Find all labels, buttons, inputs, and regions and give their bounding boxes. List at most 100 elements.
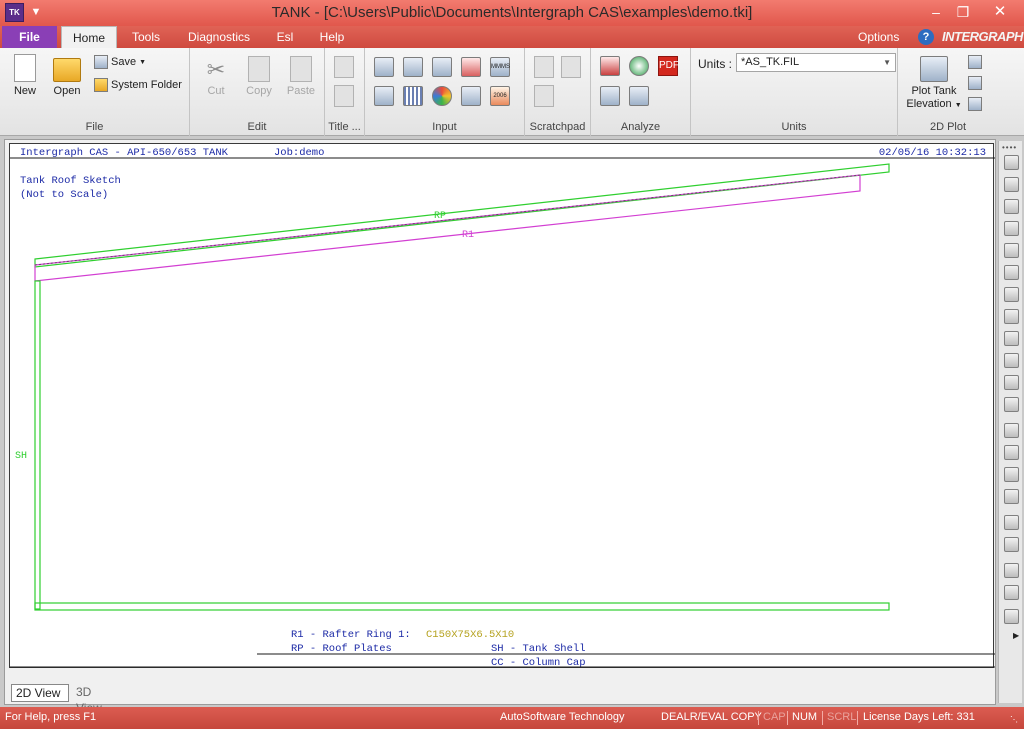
save-label: Save (111, 56, 137, 68)
silo-icon[interactable] (461, 86, 481, 106)
print-icon[interactable] (1004, 585, 1019, 600)
group-title: Title ... (325, 48, 365, 136)
view-iso-1-icon[interactable] (1004, 287, 1019, 302)
pdf-icon[interactable]: PDF (658, 56, 679, 76)
view-front-icon[interactable] (1004, 155, 1019, 170)
zoom-out-icon[interactable] (1004, 397, 1019, 412)
title-page-icon[interactable] (334, 56, 354, 78)
tab-2d-view[interactable]: 2D View (11, 684, 69, 702)
plot-tank-label-line1: Plot Tank (911, 85, 957, 97)
brand-logo: INTERGRAPH (942, 29, 1023, 44)
settlement-icon[interactable]: MMMS (490, 57, 510, 77)
tab-file[interactable]: File (2, 26, 57, 48)
tab-diagnostics[interactable]: Diagnostics (181, 26, 257, 48)
units-file-select[interactable]: *AS_TK.FIL ▼ (736, 53, 896, 72)
plot-grid-icon[interactable] (968, 76, 982, 90)
status-divider (822, 711, 823, 725)
view-bottom-icon[interactable] (1004, 265, 1019, 280)
tank-roof-sketch: Intergraph CAS - API-650/653 TANK Job:de… (10, 147, 995, 669)
status-help-text: For Help, press F1 (5, 711, 97, 723)
system-folder-label: System Folder (111, 79, 182, 91)
legend-roof-plates: RP - Roof Plates (291, 643, 392, 655)
paste-button[interactable]: Paste (284, 56, 318, 97)
seismic-icon[interactable]: 2006 (490, 86, 510, 106)
open-button[interactable]: Open (48, 54, 86, 97)
units-file-value: *AS_TK.FIL (741, 56, 800, 68)
title-edit-icon[interactable] (334, 85, 354, 107)
view-left-icon[interactable] (1004, 199, 1019, 214)
maximize-button[interactable]: ❐ (952, 2, 974, 22)
select-arrow-icon[interactable] (1004, 537, 1019, 552)
measure-icon[interactable] (1004, 563, 1019, 578)
tank-shell-icon[interactable] (374, 57, 394, 77)
wind-load-icon[interactable] (461, 57, 481, 77)
ribbon: New Open Save ▼ System Folder File ✂ Cut… (0, 48, 1024, 136)
minimize-button[interactable]: – (925, 2, 947, 22)
status-divider (787, 711, 788, 725)
tank-wall-icon[interactable] (403, 57, 423, 77)
plot-view-icon[interactable] (968, 55, 982, 69)
status-company: AutoSoftware Technology (500, 711, 625, 723)
help-icon[interactable]: ? (918, 29, 934, 45)
tank-bottom (34, 602, 890, 611)
view-iso-4-icon[interactable] (1004, 353, 1019, 368)
tab-esl[interactable]: Esl (270, 26, 300, 48)
view-back-icon[interactable] (1004, 177, 1019, 192)
refresh-cycle-icon[interactable] (432, 86, 452, 106)
close-button[interactable]: ✕ (982, 2, 1018, 22)
reset-view-icon[interactable] (1004, 609, 1019, 624)
plot-roof-icon[interactable] (968, 97, 982, 111)
view-iso-3-icon[interactable] (1004, 331, 1019, 346)
toolbar-overflow-icon[interactable]: ▶ (1013, 631, 1019, 640)
header-job-text: Job:demo (274, 147, 324, 159)
select-pointer-icon[interactable] (1004, 515, 1019, 530)
system-folder-button[interactable]: System Folder (94, 78, 182, 92)
pan-icon[interactable] (1004, 445, 1019, 460)
cut-button[interactable]: ✂ Cut (200, 57, 232, 98)
roof-icon[interactable] (374, 86, 394, 106)
zoom-window-icon[interactable] (1004, 467, 1019, 482)
view-iso-2-icon[interactable] (1004, 309, 1019, 324)
group-2d-plot-label: 2D Plot (929, 121, 967, 133)
run-analysis-icon[interactable] (600, 56, 620, 76)
drawing-canvas[interactable]: Intergraph CAS - API-650/653 TANK Job:de… (9, 143, 995, 669)
zoom-extents-icon[interactable] (1004, 489, 1019, 504)
scratchpad-edit-icon[interactable] (534, 85, 554, 107)
tab-help[interactable]: Help (312, 26, 352, 48)
batch-run-icon[interactable] (629, 56, 649, 76)
plot-tank-dropdown-icon[interactable]: ▼ (955, 102, 962, 109)
save-dropdown-icon[interactable]: ▼ (139, 59, 146, 66)
view-top-icon[interactable] (1004, 243, 1019, 258)
tank-shell-left (34, 280, 41, 610)
chevron-down-icon: ▼ (883, 58, 891, 67)
calculator-icon[interactable] (561, 56, 581, 78)
tab-home[interactable]: Home (61, 26, 117, 49)
view-right-icon[interactable] (1004, 221, 1019, 236)
scissors-icon: ✂ (206, 57, 226, 82)
save-button[interactable]: Save ▼ (94, 55, 146, 69)
copy-button[interactable]: Copy (242, 56, 276, 97)
status-divider (857, 711, 858, 725)
plot-tank-label-line2: Elevation (906, 98, 952, 110)
view-toolbar: •••• ▶ (998, 141, 1022, 703)
group-edit: ✂ Cut Copy Paste Edit (190, 48, 325, 136)
tab-3d-view[interactable]: 3D View (72, 684, 124, 715)
options-menu[interactable]: Options (858, 30, 899, 44)
scratchpad-icon[interactable] (534, 56, 554, 78)
header-date-text: 02/05/16 10:32:13 (879, 147, 986, 159)
resize-grip-icon[interactable]: ⋱ (1010, 715, 1018, 724)
sketch-subtitle: (Not to Scale) (20, 189, 108, 201)
grid-icon[interactable] (403, 86, 423, 106)
new-button[interactable]: New (8, 54, 42, 97)
nozzle-icon[interactable] (432, 57, 452, 77)
output-info-icon[interactable] (629, 86, 649, 106)
rotate-icon[interactable] (1004, 423, 1019, 438)
new-document-icon (14, 54, 36, 82)
toolbar-grip[interactable]: •••• (1002, 143, 1017, 152)
zoom-in-icon[interactable] (1004, 375, 1019, 390)
tab-tools[interactable]: Tools (124, 26, 168, 48)
plot-tank-elevation-button[interactable]: Plot Tank Elevation ▼ (904, 56, 964, 112)
copy-label: Copy (246, 85, 272, 97)
group-input-label: Input (432, 121, 457, 133)
output-report-icon[interactable] (600, 86, 620, 106)
